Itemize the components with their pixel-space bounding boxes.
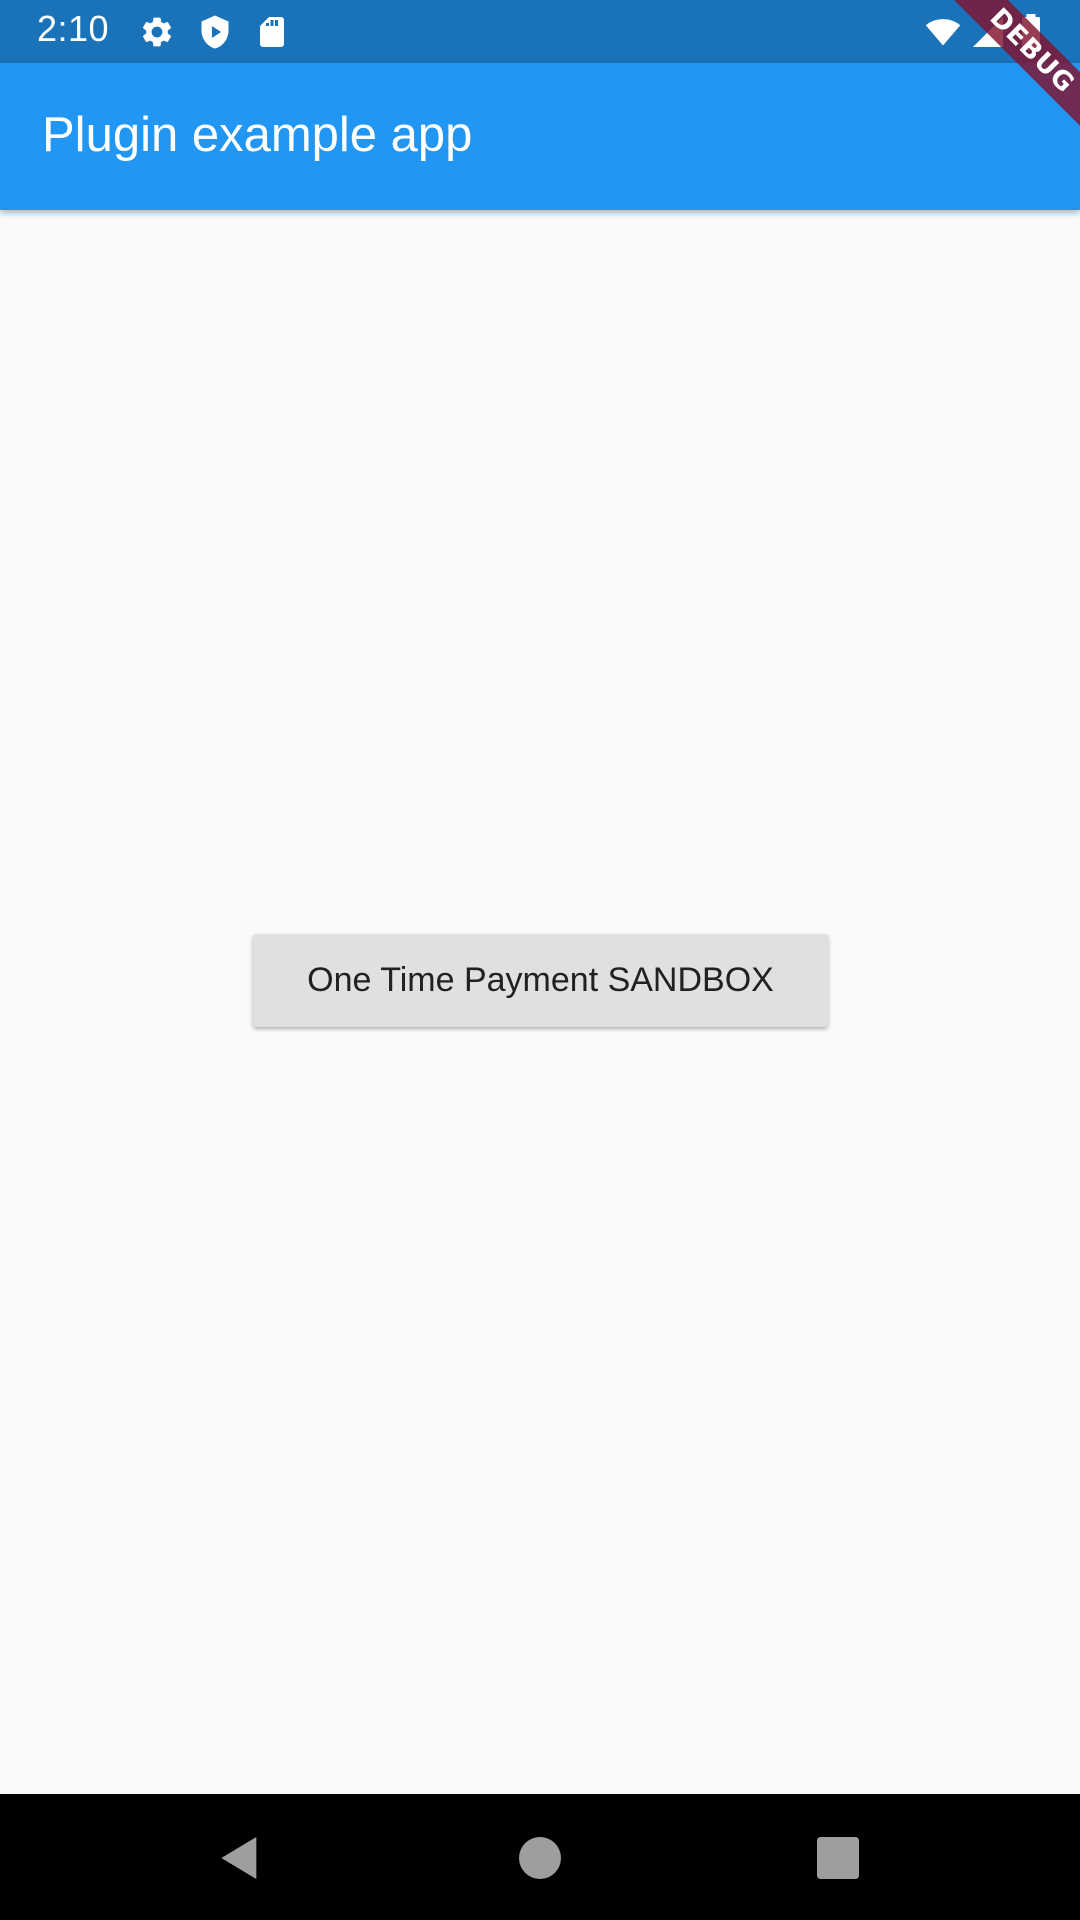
app-bar: Plugin example app bbox=[0, 63, 1080, 210]
status-time: 2:10 bbox=[37, 8, 110, 49]
app-screen: 2:10 Plugin example app DEBUG One Time P… bbox=[0, 0, 1080, 1920]
shield-play-icon bbox=[197, 14, 233, 50]
battery-icon bbox=[1016, 14, 1046, 50]
recents-icon[interactable] bbox=[810, 1830, 866, 1886]
one-time-payment-sandbox-button[interactable]: One Time Payment SANDBOX bbox=[253, 934, 828, 1027]
navigation-bar bbox=[0, 1794, 1080, 1920]
settings-icon bbox=[139, 14, 175, 50]
wifi-icon bbox=[922, 14, 964, 50]
status-bar: 2:10 bbox=[0, 0, 1080, 63]
back-icon[interactable] bbox=[212, 1830, 268, 1886]
cellular-signal-icon bbox=[970, 14, 1006, 50]
sd-card-icon bbox=[254, 14, 290, 50]
app-title: Plugin example app bbox=[42, 108, 473, 162]
home-icon[interactable] bbox=[512, 1830, 568, 1886]
